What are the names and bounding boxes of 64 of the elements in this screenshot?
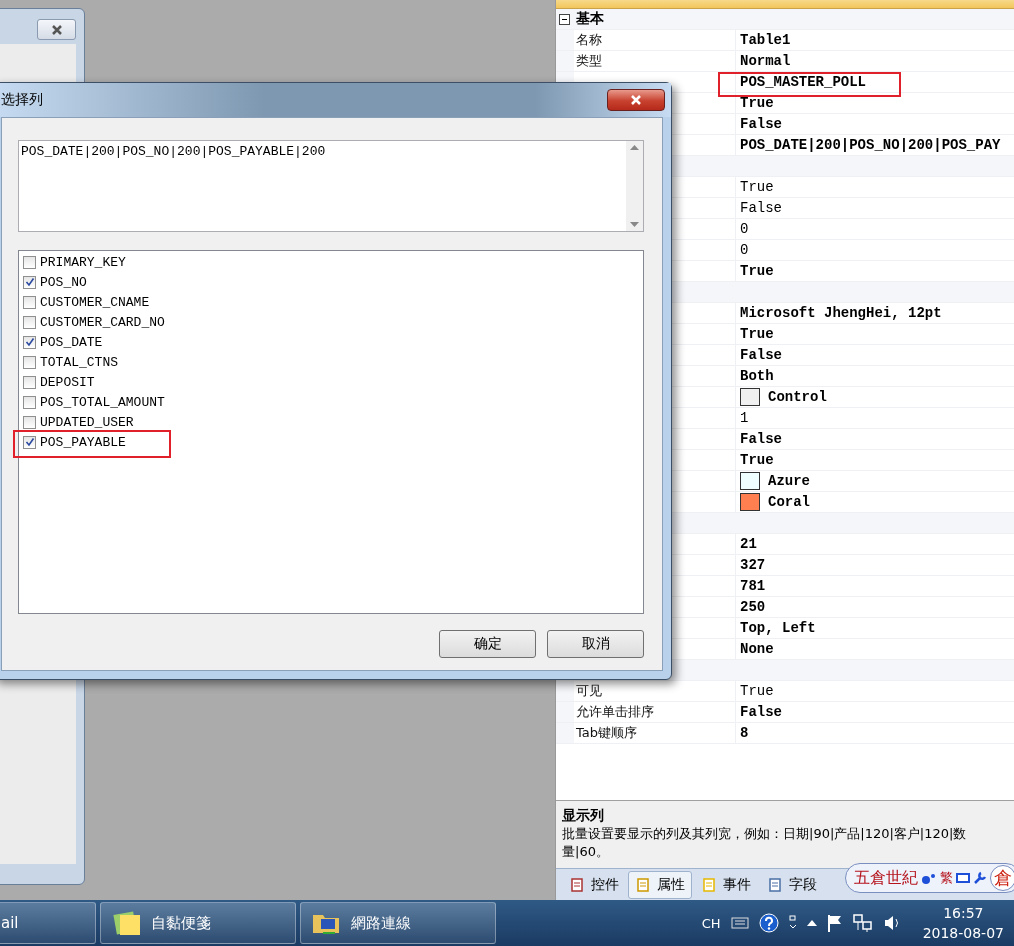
category-label: 基本: [576, 10, 604, 28]
panel-tab[interactable]: 事件: [694, 870, 758, 899]
property-value: True: [740, 95, 774, 111]
property-value: True: [740, 179, 774, 195]
property-value: False: [740, 704, 782, 720]
property-name: 名称: [576, 31, 602, 49]
column-name: CUSTOMER_CARD_NO: [40, 314, 165, 330]
column-name: DEPOSIT: [40, 374, 95, 390]
description-title: 显示列: [562, 807, 605, 825]
dialog-button[interactable]: 取消: [547, 630, 644, 658]
property-value: 1: [740, 410, 749, 426]
property-value: True: [740, 452, 774, 468]
taskbar-button[interactable]: 自黏便箋: [100, 902, 296, 944]
column-name: CUSTOMER_CNAME: [40, 294, 150, 310]
column-name: UPDATED_USER: [40, 414, 134, 430]
property-value: None: [740, 641, 774, 657]
property-name: 可见: [576, 682, 602, 700]
property-value: True: [740, 326, 774, 342]
ime-logo: 倉: [990, 865, 1014, 891]
property-value: 21: [740, 536, 757, 552]
column-name: PRIMARY_KEY: [40, 254, 126, 270]
property-value: Normal: [740, 53, 791, 69]
panel-tab[interactable]: 控件: [562, 870, 626, 899]
property-value: False: [740, 116, 782, 132]
column-name: POS_TOTAL_AMOUNT: [40, 394, 165, 410]
property-value: Coral: [768, 494, 810, 510]
taskbar-button[interactable]: ail: [0, 902, 96, 944]
panel-tab[interactable]: 属性: [628, 870, 692, 899]
property-value: 327: [740, 557, 766, 573]
property-name: 类型: [576, 52, 602, 70]
clock[interactable]: 16:57 2018-08-07: [922, 903, 1004, 943]
taskbar-button[interactable]: 網路連線: [300, 902, 496, 944]
language-indicator[interactable]: CH: [701, 915, 721, 931]
property-value: POS_DATE|200|POS_NO|200|POS_PAY: [740, 137, 1001, 153]
dialog-title: 选择列: [1, 91, 43, 109]
text-area[interactable]: POS_DATE|200|POS_NO|200|POS_PAYABLE|200: [18, 140, 644, 232]
property-value: False: [740, 431, 782, 447]
description-text: 批量设置要显示的列及其列宽，例如：日期|90|产品|120|客户|120|数量|60。: [562, 825, 968, 861]
ime-name: 五倉世紀: [854, 867, 918, 889]
property-name: 允许单击排序: [576, 703, 654, 721]
property-value: POS_MASTER_POLL: [740, 74, 867, 90]
property-value: 0: [740, 242, 749, 258]
dialog-button[interactable]: 确定: [439, 630, 536, 658]
column-name: TOTAL_CTNS: [40, 354, 118, 370]
property-value: True: [740, 263, 774, 279]
property-value: Both: [740, 368, 774, 384]
property-value: 8: [740, 725, 749, 741]
property-value: False: [740, 347, 782, 363]
property-value: False: [740, 200, 782, 216]
property-value: 781: [740, 578, 766, 594]
column-name: POS_PAYABLE: [40, 434, 126, 450]
property-value: Top, Left: [740, 620, 816, 636]
property-value: Azure: [768, 473, 810, 489]
property-name: Tab键顺序: [576, 724, 637, 742]
column-name: POS_NO: [40, 274, 87, 290]
property-value: Table1: [740, 32, 791, 48]
column-name: POS_DATE: [40, 334, 103, 350]
property-value: 0: [740, 221, 749, 237]
panel-tab[interactable]: 字段: [760, 870, 824, 899]
property-value: True: [740, 683, 774, 699]
property-value: 250: [740, 599, 766, 615]
property-value: Microsoft JhengHei, 12pt: [740, 305, 942, 321]
ime-mode[interactable]: 繁: [940, 869, 953, 887]
property-value: Control: [768, 389, 827, 405]
